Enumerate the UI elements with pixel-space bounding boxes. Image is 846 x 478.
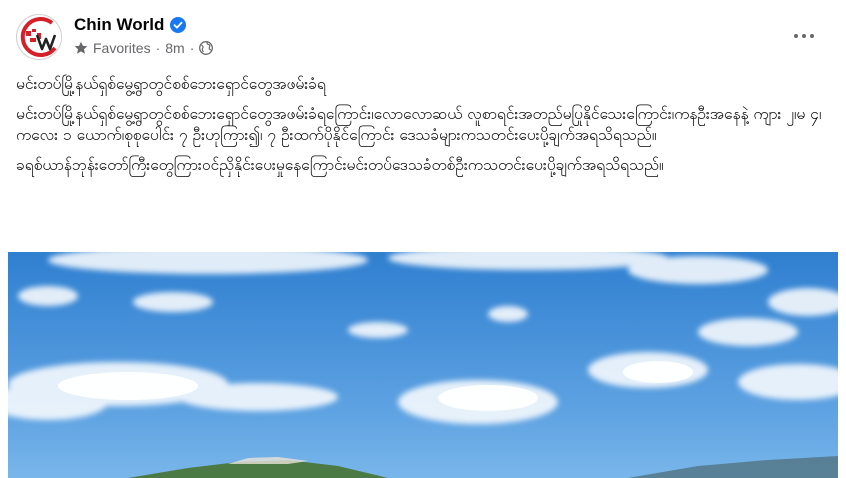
page-avatar[interactable] xyxy=(16,14,62,60)
meta-separator: · xyxy=(155,40,161,56)
post-meta: Favorites · 8m · xyxy=(74,40,214,56)
post-paragraph-1: မင်းတပ်မြို့နယ်ရှစ်မွေ့ရွာတွင်စစ်ဘေးရှော… xyxy=(16,105,822,144)
page-name-row: Chin World xyxy=(74,15,187,35)
globe-icon[interactable] xyxy=(199,41,214,55)
more-options-icon xyxy=(794,34,798,38)
post-photo[interactable] xyxy=(8,252,838,478)
facebook-post: Chin World Favorites · 8m · မင်းတပ်မြို့… xyxy=(0,0,846,478)
post-timestamp[interactable]: 8m xyxy=(165,40,184,56)
page-name[interactable]: Chin World xyxy=(74,15,164,35)
meta-separator: · xyxy=(189,40,195,56)
post-headline: မင်းတပ်မြို့နယ်ရှစ်မွေ့ရွာတွင်စစ်ဘေးရှော… xyxy=(16,75,326,93)
more-options-button[interactable] xyxy=(784,18,824,54)
audience-label[interactable]: Favorites xyxy=(93,40,151,56)
post-paragraph-2: ခရစ်ယာန်ဘုန်းတော်ကြီးတွေကြားဝင်ညှိနိုင်း… xyxy=(16,156,664,174)
star-icon xyxy=(74,41,88,54)
verified-badge-icon xyxy=(170,17,187,33)
post-text: မင်းတပ်မြို့နယ်ရှစ်မွေ့ရွာတွင်စစ်ဘေးရှော… xyxy=(16,74,830,185)
landscape-photo xyxy=(8,252,838,478)
post-header: Chin World Favorites · 8m · xyxy=(16,12,830,62)
chin-world-logo-icon xyxy=(18,16,61,59)
